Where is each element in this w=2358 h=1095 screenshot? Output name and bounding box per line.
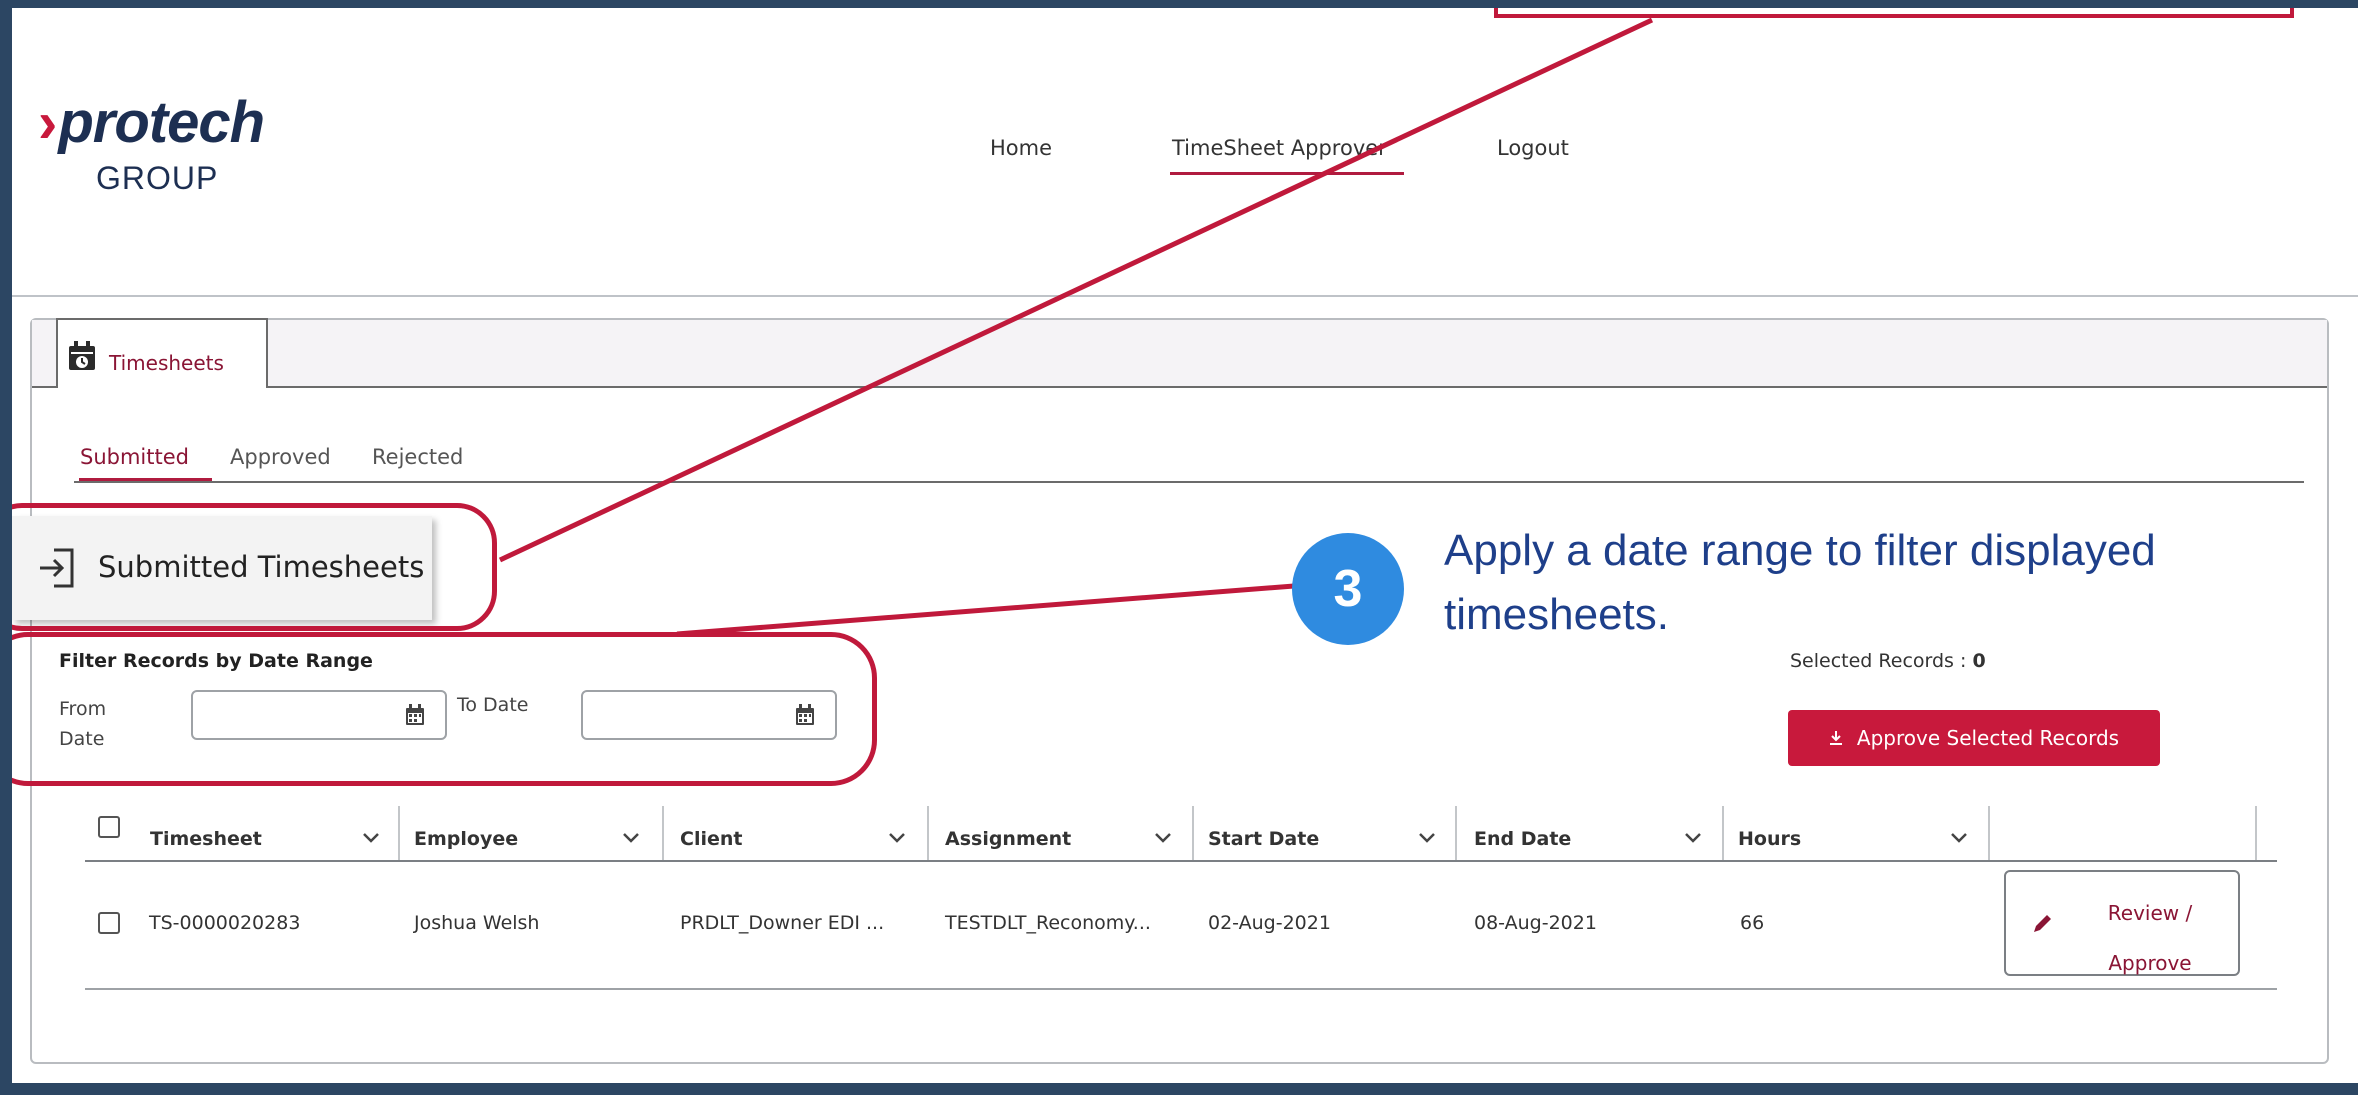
chevron-down-icon[interactable] [1684, 832, 1702, 844]
col-assignment[interactable]: Assignment [945, 816, 1071, 862]
col-employee[interactable]: Employee [414, 816, 518, 862]
column-separator [1722, 806, 1724, 862]
review-label-line2: Approve [2108, 951, 2192, 975]
step-instruction: Apply a date range to filter displayed t… [1444, 526, 2156, 639]
column-separator [927, 806, 929, 862]
col-client[interactable]: Client [680, 816, 742, 862]
pencil-icon [2034, 915, 2051, 932]
col-timesheet[interactable]: Timesheet [150, 816, 262, 862]
cell-employee: Joshua Welsh [414, 912, 540, 934]
chevron-down-icon[interactable] [1418, 832, 1436, 844]
cell-hours: 66 [1740, 912, 1765, 934]
col-start-date[interactable]: Start Date [1208, 816, 1319, 862]
chevron-down-icon[interactable] [1154, 832, 1172, 844]
column-separator [1455, 806, 1457, 862]
column-separator [2255, 806, 2257, 862]
col-hours[interactable]: Hours [1738, 816, 1801, 862]
chevron-down-icon[interactable] [1950, 832, 1968, 844]
column-separator [398, 806, 400, 862]
row-checkbox[interactable] [98, 912, 120, 934]
cell-start-date: 02-Aug-2021 [1208, 912, 1331, 934]
table-header-divider [85, 860, 2277, 862]
select-all-checkbox[interactable] [98, 816, 120, 838]
highlight-box-top [1494, 8, 2294, 18]
column-separator [662, 806, 664, 862]
cell-client: PRDLT_Downer EDI ... [680, 912, 885, 934]
column-separator [1988, 806, 1990, 862]
column-separator [1192, 806, 1194, 862]
cell-assignment: TESTDLT_Reconomy... [945, 912, 1151, 934]
review-label-line1: Review / [2107, 901, 2193, 925]
review-approve-label: Review / Approve [2075, 888, 2225, 988]
cell-end-date: 08-Aug-2021 [1474, 912, 1597, 934]
step-number-badge: 3 [1292, 533, 1404, 645]
connector-line-step3 [676, 583, 1295, 637]
chevron-down-icon[interactable] [888, 832, 906, 844]
app-window: ›protech GROUP Home TimeSheet Approver L… [12, 8, 2358, 1083]
table-row-divider [85, 988, 2277, 990]
col-end-date[interactable]: End Date [1474, 816, 1571, 862]
chevron-down-icon[interactable] [622, 832, 640, 844]
cell-timesheet[interactable]: TS-0000020283 [149, 912, 300, 934]
connector-line-top [498, 17, 1654, 563]
chevron-down-icon[interactable] [362, 832, 380, 844]
